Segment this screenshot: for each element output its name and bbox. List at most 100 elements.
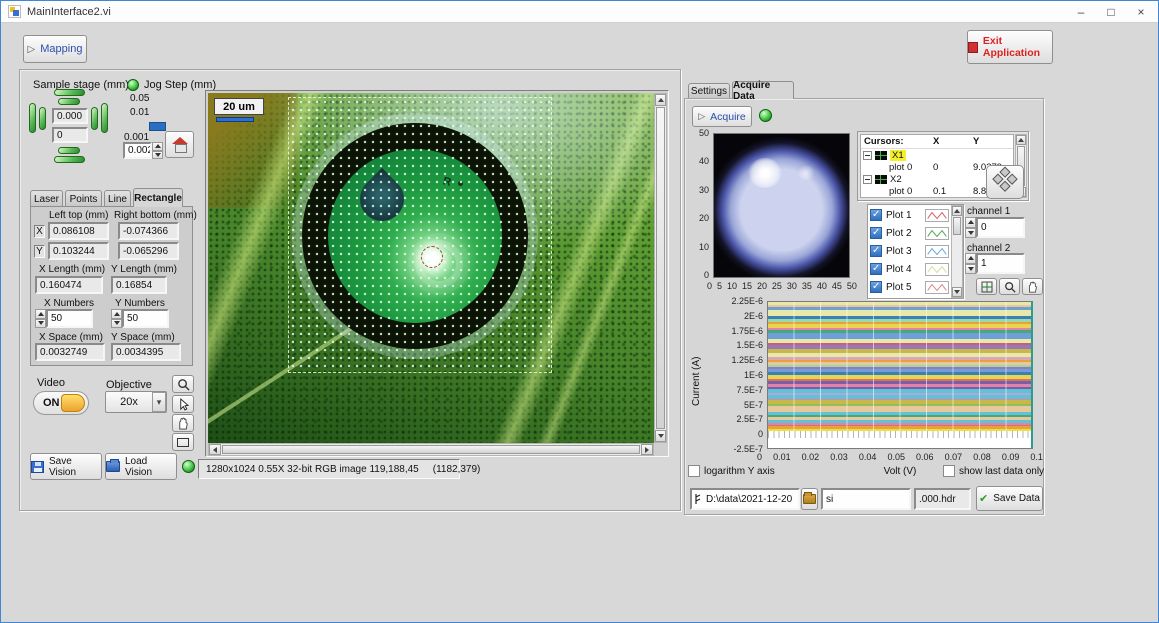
- image-horizontal-scrollbar[interactable]: [208, 443, 654, 456]
- tab-line[interactable]: Line: [104, 190, 131, 207]
- cursor-mover-button[interactable]: [986, 165, 1024, 199]
- channel1-value[interactable]: 0: [976, 217, 1025, 238]
- right-bottom-y-field[interactable]: -0.065296: [118, 242, 179, 260]
- save-data-button[interactable]: ✔ Save Data: [976, 486, 1043, 511]
- laser-grid-region[interactable]: [288, 97, 552, 373]
- show-last-option[interactable]: show last data only: [943, 465, 1044, 477]
- channel1-spinner[interactable]: 0: [965, 217, 1025, 238]
- stage-y-field[interactable]: 0: [52, 127, 88, 143]
- iv-graph[interactable]: [767, 301, 1033, 449]
- legend-row[interactable]: Plot 2: [868, 224, 951, 242]
- scroll-down-icon[interactable]: [655, 430, 666, 442]
- tab-rectangle[interactable]: Rectangle: [133, 188, 183, 207]
- show-last-checkbox[interactable]: [943, 465, 955, 477]
- log-y-checkbox[interactable]: [688, 465, 700, 477]
- scroll-left-icon[interactable]: [209, 444, 221, 455]
- tab-laser[interactable]: Laser: [30, 190, 63, 207]
- expander-icon[interactable]: [863, 151, 872, 160]
- stage-up-inner-arrow[interactable]: [58, 98, 80, 105]
- app-window: MainInterface2.vi – □ × ▷ Mapping Exit A…: [0, 0, 1159, 623]
- y-numbers-spinner[interactable]: 50: [111, 309, 169, 328]
- microscope-image[interactable]: R 20 um: [208, 93, 654, 443]
- data-path-field[interactable]: D:\data\2021-12-20: [690, 488, 800, 510]
- x-numbers-value[interactable]: 50: [46, 309, 93, 328]
- v-scroll-thumb[interactable]: [656, 107, 665, 429]
- channel1-label: channel 1: [967, 206, 1010, 217]
- y-axis-chip: Y: [34, 245, 45, 258]
- load-vision-button[interactable]: Load Vision: [105, 453, 177, 480]
- x-length-field[interactable]: 0.160474: [35, 276, 103, 294]
- tab-settings[interactable]: Settings: [688, 83, 730, 99]
- plot1-checkbox[interactable]: [870, 209, 882, 221]
- jog-up-icon[interactable]: [152, 142, 163, 151]
- stage-x-field[interactable]: 0.000: [52, 108, 88, 124]
- legend-row[interactable]: Plot 5: [868, 278, 951, 296]
- scroll-right-icon[interactable]: [641, 444, 653, 455]
- video-toggle[interactable]: ON: [33, 391, 89, 415]
- y-space-field[interactable]: 0.0034395: [111, 343, 181, 361]
- load-vision-label: Load Vision: [125, 456, 176, 478]
- rectangle-tool-button[interactable]: [172, 433, 194, 451]
- y-numbers-value[interactable]: 50: [122, 309, 169, 328]
- close-button[interactable]: ×: [1126, 1, 1156, 22]
- channel2-value[interactable]: 1: [976, 253, 1025, 274]
- stage-left-inner-arrow[interactable]: [39, 107, 46, 130]
- jog-down-icon[interactable]: [152, 151, 163, 160]
- stage-down-outer-arrow[interactable]: [54, 156, 85, 163]
- right-bottom-x-field[interactable]: -0.074366: [118, 222, 179, 240]
- scroll-up-icon[interactable]: [655, 94, 666, 106]
- left-top-y-field[interactable]: 0.103244: [48, 242, 109, 260]
- stage-down-inner-arrow[interactable]: [58, 147, 80, 154]
- tab-acquire-data[interactable]: Acquire Data: [732, 81, 794, 99]
- legend-row[interactable]: Plot 3: [868, 242, 951, 260]
- cursor-x2-name[interactable]: X2: [890, 174, 902, 185]
- stage-right-inner-arrow[interactable]: [91, 107, 98, 130]
- stage-left-outer-arrow[interactable]: [29, 103, 36, 133]
- zoom-tool-button[interactable]: [172, 375, 194, 393]
- channel2-spinner[interactable]: 1: [965, 253, 1025, 274]
- log-y-option[interactable]: logarithm Y axis: [688, 465, 775, 477]
- browse-button[interactable]: [801, 488, 818, 510]
- plot3-checkbox[interactable]: [870, 245, 882, 257]
- acquire-button[interactable]: ▷ Acquire: [692, 106, 752, 127]
- graph-pan-tool-button[interactable]: [1022, 278, 1043, 295]
- home-button[interactable]: [165, 131, 194, 158]
- h-scroll-thumb[interactable]: [222, 445, 640, 454]
- cursor-tool-button[interactable]: [172, 395, 194, 413]
- maximize-button[interactable]: □: [1096, 1, 1126, 22]
- x-numbers-spinner[interactable]: 50: [35, 309, 93, 328]
- file-name-input[interactable]: si: [821, 488, 911, 510]
- save-vision-icon: [31, 461, 44, 473]
- expander-icon[interactable]: [863, 175, 872, 184]
- tab-points[interactable]: Points: [65, 190, 102, 207]
- jog-step-value[interactable]: 0.002: [123, 142, 152, 159]
- stage-up-outer-arrow[interactable]: [54, 89, 85, 96]
- exit-application-button[interactable]: Exit Application: [967, 30, 1053, 64]
- cursor-x1-name[interactable]: X1: [890, 150, 906, 161]
- plot2-checkbox[interactable]: [870, 227, 882, 239]
- legend-row[interactable]: Plot 1: [868, 206, 951, 224]
- image-coords-text: (1182,379): [433, 464, 481, 475]
- stage-right-outer-arrow[interactable]: [101, 103, 108, 133]
- image-vertical-scrollbar[interactable]: [654, 93, 667, 443]
- legend-scrollbar[interactable]: [951, 205, 963, 298]
- chevron-down-icon[interactable]: ▾: [152, 392, 166, 412]
- jog-step-spinner[interactable]: 0.002: [123, 142, 163, 159]
- graph-zoom-tool-button[interactable]: [999, 278, 1020, 295]
- save-vision-button[interactable]: Save Vision: [30, 453, 102, 480]
- mapping-button[interactable]: ▷ Mapping: [23, 35, 87, 63]
- x-space-field[interactable]: 0.0032749: [35, 343, 105, 361]
- minimize-button[interactable]: –: [1066, 1, 1096, 22]
- y-length-field[interactable]: 0.16854: [111, 276, 167, 294]
- objective-dropdown[interactable]: 20x ▾: [105, 391, 167, 413]
- jog-slider-handle[interactable]: [149, 122, 166, 131]
- graph-cursor-tool-button[interactable]: [976, 278, 997, 295]
- intensity-map[interactable]: [713, 133, 850, 278]
- left-top-x-field[interactable]: 0.086108: [48, 222, 109, 240]
- plot5-checkbox[interactable]: [870, 281, 882, 293]
- plot4-checkbox[interactable]: [870, 263, 882, 275]
- cursors-col-y: Y: [973, 136, 979, 147]
- legend-row[interactable]: Plot 4: [868, 260, 951, 278]
- toggle-handle-icon[interactable]: [61, 394, 85, 412]
- pan-tool-button[interactable]: [172, 414, 194, 432]
